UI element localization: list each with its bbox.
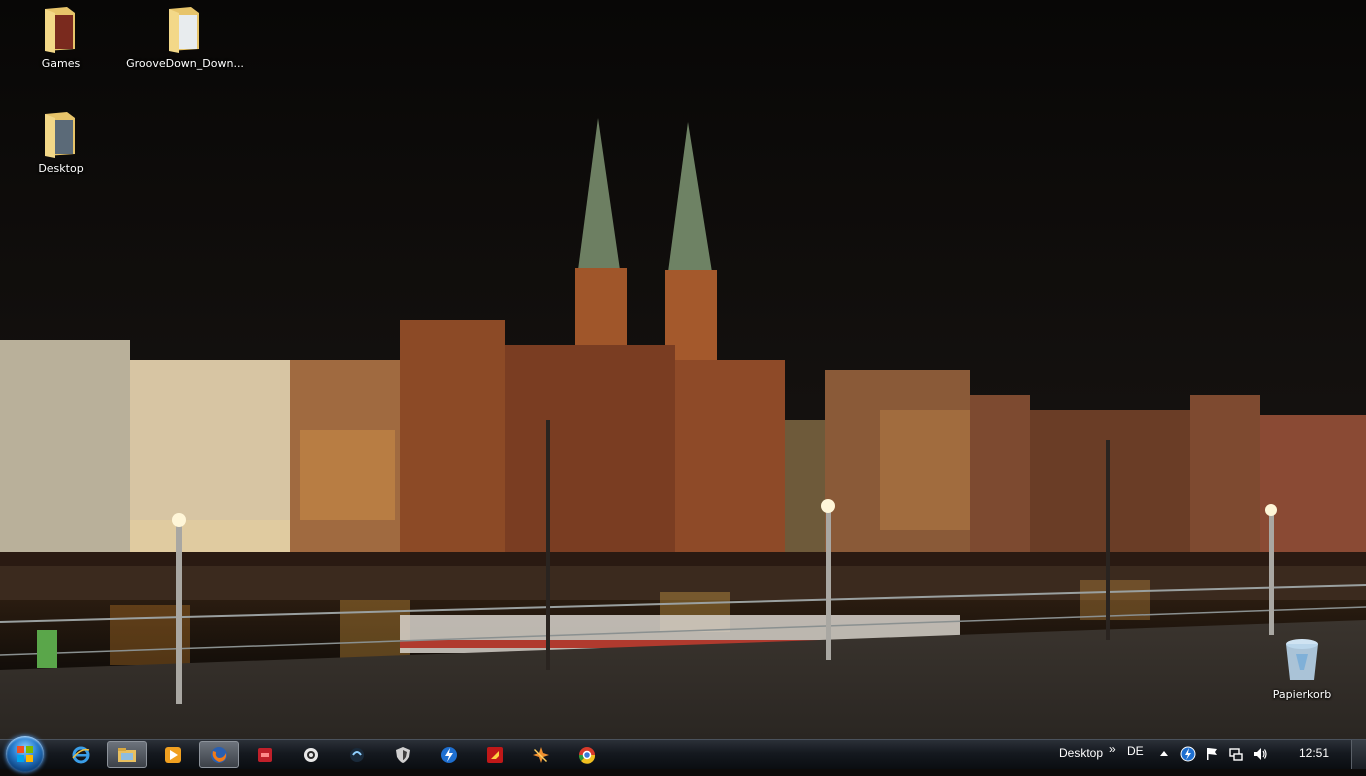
taskbar-app-red-arrow[interactable] xyxy=(475,741,515,768)
media-player-icon xyxy=(165,746,181,763)
windows-logo-icon xyxy=(17,746,33,762)
desktop-toolbar-label[interactable]: Desktop xyxy=(1059,746,1103,760)
taskbar-internet-explorer[interactable] xyxy=(61,741,101,768)
network-icon[interactable] xyxy=(1228,746,1244,762)
chrome-like-icon xyxy=(578,746,596,764)
action-center-flag-icon[interactable] xyxy=(1204,746,1220,762)
desktop-wallpaper xyxy=(0,0,1366,739)
desktop-icon-label: GrooveDown_Down... xyxy=(126,57,244,70)
language-indicator[interactable]: DE xyxy=(1127,744,1144,758)
firefox-icon xyxy=(211,746,227,763)
show-desktop-button[interactable] xyxy=(1351,740,1366,769)
red-arrow-app-icon xyxy=(487,746,503,763)
taskbar-app-dark-orb[interactable] xyxy=(337,741,377,768)
blue-bolt-app-icon xyxy=(441,746,457,763)
start-button[interactable] xyxy=(6,736,44,772)
taskbar-app-orange-star[interactable] xyxy=(521,741,561,768)
clock[interactable]: 12:51 xyxy=(1299,746,1329,760)
recycle-bin-icon xyxy=(1286,639,1318,680)
show-hidden-icons-arrow-icon[interactable] xyxy=(1156,746,1172,762)
folder-icon xyxy=(45,112,75,158)
volume-icon[interactable] xyxy=(1252,746,1268,762)
taskbar-media-player[interactable] xyxy=(153,741,193,768)
taskbar-firefox[interactable] xyxy=(199,741,239,768)
windows-explorer-icon xyxy=(118,747,136,762)
desktop-icon-label: Papierkorb xyxy=(1272,688,1332,701)
taskbar-app-chrome[interactable] xyxy=(567,741,607,768)
desktop-icon-games[interactable]: Games xyxy=(1,5,121,70)
steam-like-icon xyxy=(304,747,318,762)
folder-icon xyxy=(169,7,199,53)
desktop-icon-label: Desktop xyxy=(38,162,84,175)
tray-blue-bolt-icon[interactable] xyxy=(1180,746,1196,762)
desktop-icon-groovedown[interactable]: GrooveDown_Down... xyxy=(125,5,245,70)
red-app-icon xyxy=(258,747,272,762)
taskbar-app-shield[interactable] xyxy=(383,741,423,768)
taskbar-windows-explorer[interactable] xyxy=(107,741,147,768)
taskbar: Desktop » DE 12:51 xyxy=(0,736,1366,772)
toolbar-chevron[interactable]: » xyxy=(1109,742,1116,756)
taskbar-app-red[interactable] xyxy=(245,741,285,768)
desktop-icon-label: Games xyxy=(41,57,81,70)
dark-orb-app-icon xyxy=(350,747,364,762)
internet-explorer-icon xyxy=(72,746,90,763)
desktop-icon-recycle-bin[interactable]: Papierkorb xyxy=(1242,636,1362,701)
taskbar-app-blue-bolt[interactable] xyxy=(429,741,469,768)
folder-icon xyxy=(45,7,75,53)
orange-star-app-icon xyxy=(533,746,549,763)
shield-app-icon xyxy=(396,746,410,763)
taskbar-app-steam[interactable] xyxy=(291,741,331,768)
desktop-icon-desktop[interactable]: Desktop xyxy=(1,110,121,175)
